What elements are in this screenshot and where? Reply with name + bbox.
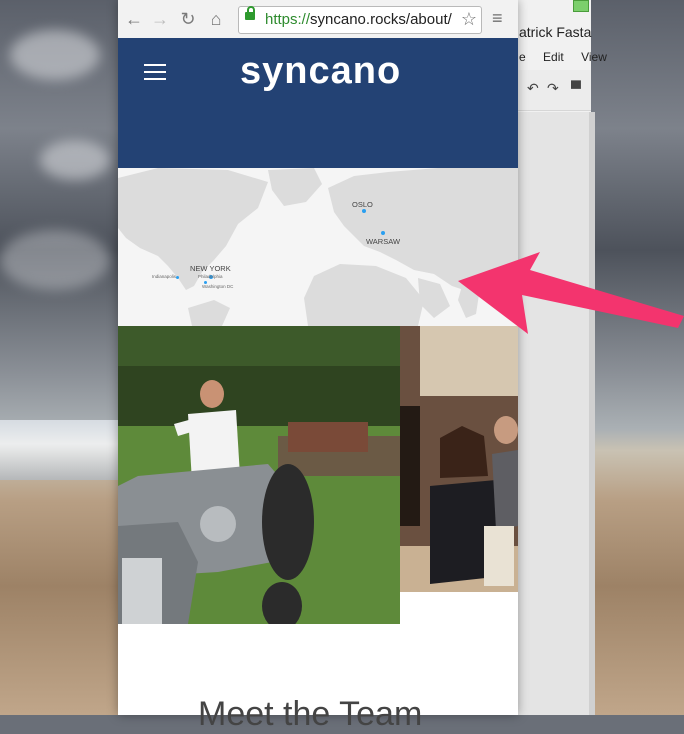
browser-menu-icon[interactable]: ≡ — [492, 8, 503, 29]
document-page-edge — [589, 112, 595, 715]
document-menubar: e Edit View — [519, 50, 621, 64]
map-marker-indianapolis[interactable] — [176, 276, 179, 279]
city-label-new-york: NEW YORK — [190, 264, 231, 273]
annotation-arrow — [458, 252, 684, 334]
lock-icon — [245, 6, 255, 20]
reload-icon[interactable]: ↻ — [178, 8, 198, 30]
wallpaper-sea — [0, 420, 130, 480]
browser-toolbar: ← → ↻ ⌂ https://syncano.rocks/about/ ☆ ≡ — [118, 0, 518, 39]
home-icon[interactable]: ⌂ — [206, 8, 226, 30]
city-label-philadelphia: Philadelphia — [198, 274, 223, 279]
document-title: atrick Fasta — [519, 24, 592, 40]
map-marker-warsaw[interactable] — [381, 231, 385, 235]
undo-icon[interactable]: ↶ — [527, 80, 539, 97]
site-logo[interactable]: syncano — [240, 50, 401, 93]
menu-item-view[interactable]: View — [581, 50, 607, 64]
menu-item-edit[interactable]: Edit — [543, 50, 564, 64]
menu-item-file[interactable]: e — [519, 50, 526, 64]
hamburger-menu-icon[interactable] — [144, 64, 166, 82]
paint-format-icon[interactable]: ▀ — [571, 80, 581, 96]
forward-icon[interactable]: → — [150, 8, 170, 30]
back-icon[interactable]: ← — [124, 8, 144, 30]
map-marker-oslo[interactable] — [362, 209, 366, 213]
browser-window: ← → ↻ ⌂ https://syncano.rocks/about/ ☆ ≡… — [118, 0, 518, 733]
window-tab[interactable] — [573, 0, 589, 12]
site-header: syncano — [118, 38, 518, 168]
bookmark-star-icon[interactable]: ☆ — [461, 9, 477, 30]
city-label-oslo: OSLO — [352, 200, 373, 209]
city-label-indianapolis: Indianapolis — [152, 274, 177, 279]
city-label-washington: Washington DC — [202, 284, 234, 289]
city-label-warsaw: WARSAW — [366, 237, 401, 246]
url-text: https://syncano.rocks/about/ — [265, 11, 452, 28]
redo-icon[interactable]: ↷ — [547, 80, 559, 97]
address-bar[interactable]: https://syncano.rocks/about/ ☆ — [238, 6, 482, 34]
team-photo-indoor — [400, 326, 518, 592]
team-photo-tractor — [118, 326, 400, 624]
